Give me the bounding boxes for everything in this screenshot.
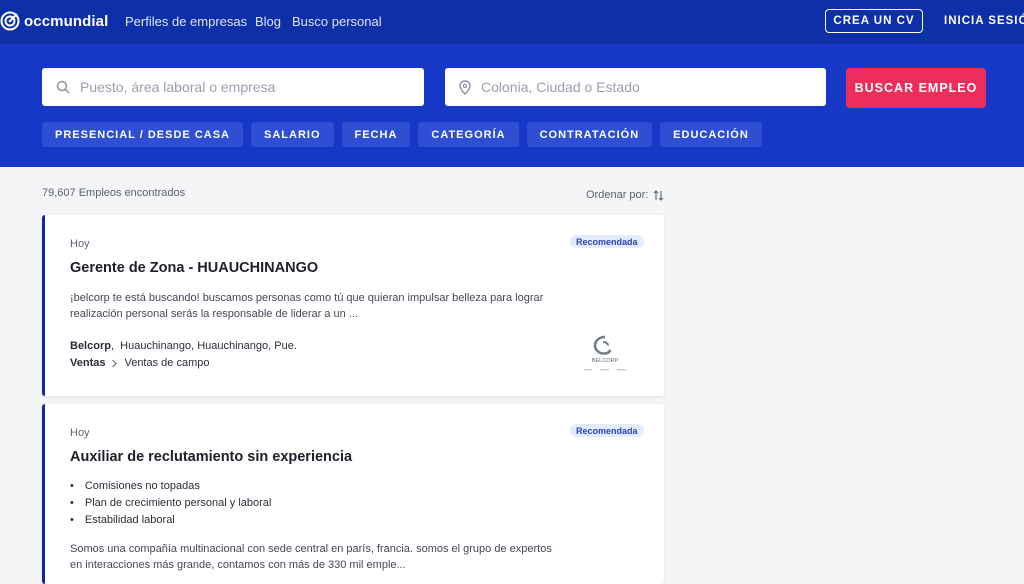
list-item: Comisiones no topadas bbox=[70, 477, 271, 494]
job-location: Belcorp, Huauchinango, Huauchinango, Pue… bbox=[70, 340, 297, 352]
job-card[interactable]: Hoy Recomendada Gerente de Zona - HUAUCH… bbox=[42, 215, 664, 396]
filter-contratacion[interactable]: CONTRATACIÓN bbox=[526, 122, 653, 147]
sort-control[interactable]: Ordenar por: bbox=[586, 189, 664, 201]
location-text: Huauchinango, Huauchinango, Pue. bbox=[120, 340, 297, 352]
job-title[interactable]: Gerente de Zona - HUAUCHINANGO bbox=[70, 260, 318, 276]
list-item: Plan de crecimiento personal y laboral bbox=[70, 494, 272, 511]
filter-salario[interactable]: SALARIO bbox=[251, 122, 334, 147]
login-link[interactable]: INICIA SESIÓN bbox=[944, 15, 1024, 27]
search-jobs-button[interactable]: BUSCAR EMPLEO bbox=[846, 68, 986, 108]
job-benefits-list: Comisiones no topadas Plan de crecimient… bbox=[70, 477, 272, 528]
nav-busco-personal[interactable]: Busco personal bbox=[292, 14, 382, 29]
nav-blog[interactable]: Blog bbox=[255, 14, 281, 29]
job-description: ¡belcorp te está buscando! buscamos pers… bbox=[70, 292, 544, 320]
sort-label: Ordenar por: bbox=[586, 189, 649, 201]
keyword-placeholder: Puesto, área laboral o empresa bbox=[80, 79, 276, 95]
company-name[interactable]: Belcorp bbox=[70, 340, 111, 352]
job-card[interactable]: Hoy Recomendada Auxiliar de reclutamient… bbox=[42, 404, 664, 584]
filter-categoria[interactable]: CATEGORÍA bbox=[418, 122, 519, 147]
occmundial-logo[interactable]: occmundial bbox=[0, 10, 108, 32]
recommended-badge: Recomendada bbox=[570, 424, 644, 437]
filter-bar: PRESENCIAL / DESDE CASA SALARIO FECHA CA… bbox=[42, 122, 762, 147]
category-name: Ventas bbox=[70, 357, 106, 369]
logo-text-belcorp: BELCORP bbox=[592, 358, 619, 364]
job-title[interactable]: Auxiliar de reclutamiento sin experienci… bbox=[70, 449, 352, 465]
filter-fecha[interactable]: FECHA bbox=[341, 122, 411, 147]
keyword-search-input[interactable]: Puesto, área laboral o empresa bbox=[42, 68, 424, 106]
top-navigation-bar: occmundial Perfiles de empresas Blog Bus… bbox=[0, 0, 1024, 44]
job-date: Hoy bbox=[70, 238, 90, 250]
list-item: Estabilidad laboral bbox=[70, 511, 271, 528]
filter-presencial[interactable]: PRESENCIAL / DESDE CASA bbox=[42, 122, 243, 147]
logo-text: occmundial bbox=[24, 12, 109, 30]
recommended-badge: Recomendada bbox=[570, 235, 644, 248]
job-category: Ventas Ventas de campo bbox=[70, 357, 209, 369]
location-search-input[interactable]: Colonia, Ciudad o Estado bbox=[445, 68, 826, 106]
job-date: Hoy bbox=[70, 427, 90, 439]
results-count: 79,607 Empleos encontrados bbox=[42, 187, 186, 199]
target-logo-icon bbox=[0, 11, 20, 31]
sort-arrows-icon bbox=[653, 189, 664, 201]
location-placeholder: Colonia, Ciudad o Estado bbox=[481, 79, 640, 95]
nav-perfiles-empresas[interactable]: Perfiles de empresas bbox=[125, 14, 247, 29]
job-description: Somos una compañía multinacional con sed… bbox=[70, 543, 552, 571]
belcorp-logo[interactable]: BELCORP bbox=[575, 333, 635, 375]
location-pin-icon bbox=[459, 79, 471, 95]
create-cv-button[interactable]: CREA UN CV bbox=[825, 9, 923, 33]
chevron-right-icon bbox=[112, 359, 118, 367]
search-icon bbox=[56, 80, 70, 94]
subcategory-name: Ventas de campo bbox=[124, 357, 210, 369]
filter-educacion[interactable]: EDUCACIÓN bbox=[660, 122, 762, 147]
